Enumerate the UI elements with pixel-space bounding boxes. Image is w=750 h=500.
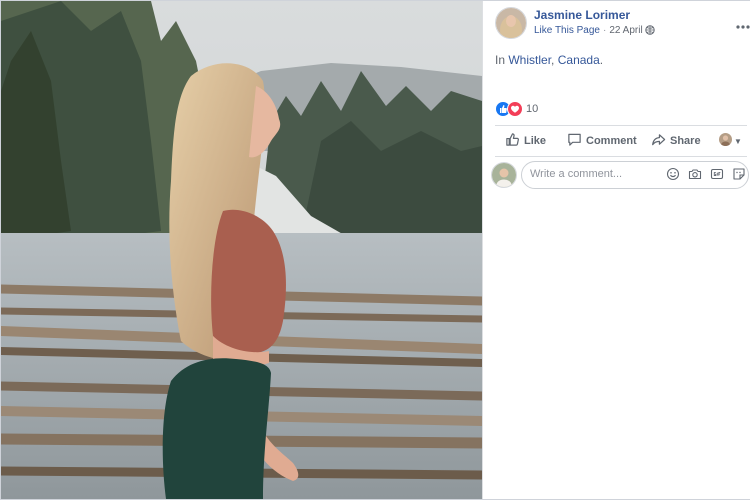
gif-icon[interactable]: [710, 167, 724, 181]
post-action-bar: Like Comment Share ▼: [495, 125, 747, 157]
reaction-count: 10: [526, 103, 539, 115]
post-details-panel: Jasmine Lorimer Like This Page · 22 April …: [482, 1, 750, 499]
comment-input[interactable]: [530, 168, 660, 180]
location-comma: ,: [551, 53, 555, 67]
location-prefix: In: [495, 53, 506, 67]
meta-separator: ·: [602, 25, 607, 36]
comment-composer: [491, 161, 749, 189]
post-location: In Whistler, Canada.: [495, 53, 603, 67]
author-avatar[interactable]: [495, 7, 527, 39]
globe-icon: [645, 25, 656, 38]
love-icon: [507, 101, 523, 117]
share-label: Share: [670, 135, 701, 147]
commenter-avatar: [491, 162, 517, 188]
photo-image: [1, 1, 482, 499]
thumbs-up-icon: [506, 133, 519, 146]
comment-button[interactable]: Comment: [567, 132, 637, 150]
share-button[interactable]: Share: [651, 132, 701, 150]
comment-icon: [568, 133, 581, 146]
page-avatar-icon: [719, 133, 732, 146]
location-period: .: [599, 53, 604, 67]
more-options-icon[interactable]: [735, 17, 750, 35]
post-date[interactable]: 22 April: [609, 25, 642, 36]
chevron-down-icon: ▼: [734, 137, 742, 146]
post-photo[interactable]: [1, 1, 482, 499]
comment-field[interactable]: [521, 161, 749, 189]
comment-label: Comment: [586, 135, 637, 147]
share-icon: [652, 134, 666, 146]
sticker-icon[interactable]: [732, 167, 746, 181]
like-label: Like: [524, 135, 547, 147]
camera-icon[interactable]: [688, 167, 702, 181]
author-name[interactable]: Jasmine Lorimer: [534, 8, 630, 22]
location-city-link[interactable]: Whistler: [508, 53, 551, 67]
location-country-link[interactable]: Canada: [558, 53, 600, 67]
post-meta: Like This Page · 22 April: [534, 25, 656, 38]
emoji-icon[interactable]: [666, 167, 680, 181]
like-page-link[interactable]: Like This Page: [534, 25, 600, 36]
like-button[interactable]: Like: [505, 132, 546, 150]
react-as-selector[interactable]: ▼: [719, 133, 742, 151]
